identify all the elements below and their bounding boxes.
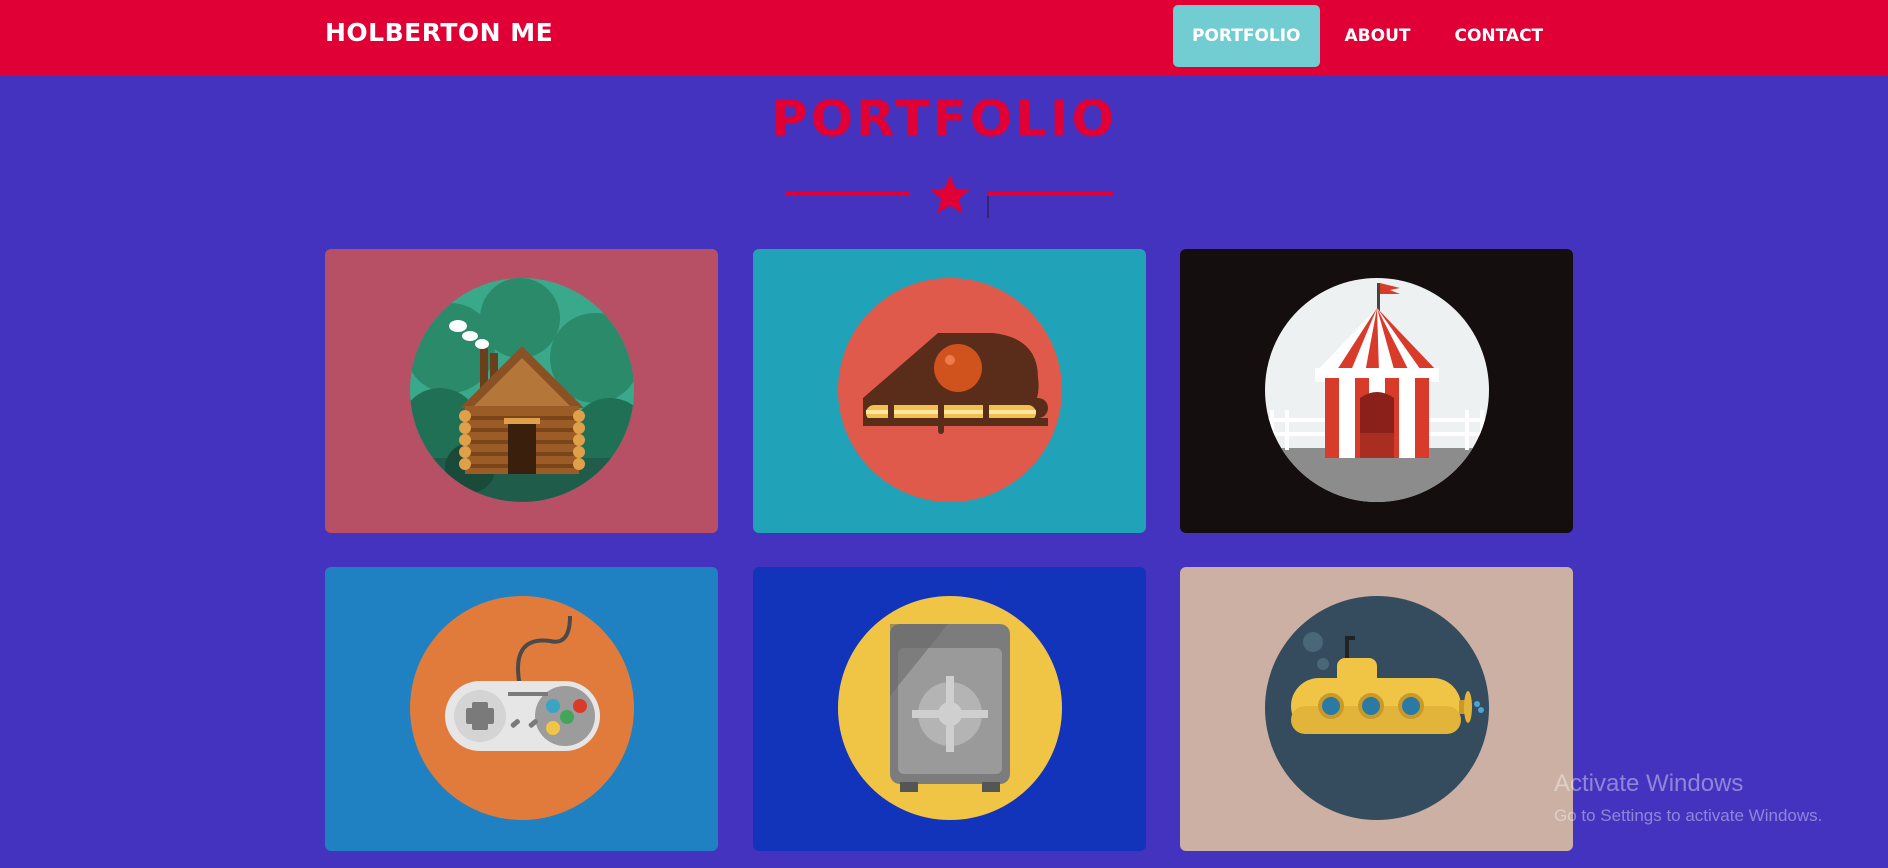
nav-link-portfolio[interactable]: PORTFOLIO (1173, 5, 1320, 67)
game-controller-icon (410, 596, 634, 820)
portfolio-item-circus-tent[interactable] (1180, 249, 1573, 533)
nav-link-contact[interactable]: CONTACT (1435, 5, 1562, 67)
windows-activation-watermark: Activate Windows Go to Settings to activ… (1554, 770, 1822, 826)
nav-links: PORTFOLIO ABOUT CONTACT (1173, 5, 1568, 67)
submarine-icon (1265, 596, 1489, 820)
star-icon (930, 175, 970, 214)
watermark-title: Activate Windows (1554, 770, 1744, 797)
navbar: HOLBERTON ME PORTFOLIO ABOUT CONTACT (0, 0, 1888, 76)
text-cursor (987, 196, 989, 218)
portfolio-item-cabin[interactable] (325, 249, 718, 533)
portfolio-item-game-controller[interactable] (325, 567, 718, 851)
divider-line-left (785, 192, 910, 196)
portfolio-item-submarine[interactable] (1180, 567, 1573, 851)
circus-tent-icon (1265, 278, 1489, 502)
cabin-icon (410, 278, 634, 502)
portfolio-item-safe[interactable] (753, 567, 1146, 851)
nav-link-about[interactable]: ABOUT (1326, 5, 1430, 67)
portfolio-item-cake[interactable] (753, 249, 1146, 533)
divider-line-right (988, 192, 1113, 196)
safe-icon (838, 596, 1062, 820)
watermark-subtitle: Go to Settings to activate Windows. (1554, 806, 1823, 825)
portfolio-heading: PORTFOLIO (770, 90, 1118, 148)
cake-icon (838, 278, 1062, 502)
brand-logo[interactable]: HOLBERTON ME (325, 18, 553, 47)
